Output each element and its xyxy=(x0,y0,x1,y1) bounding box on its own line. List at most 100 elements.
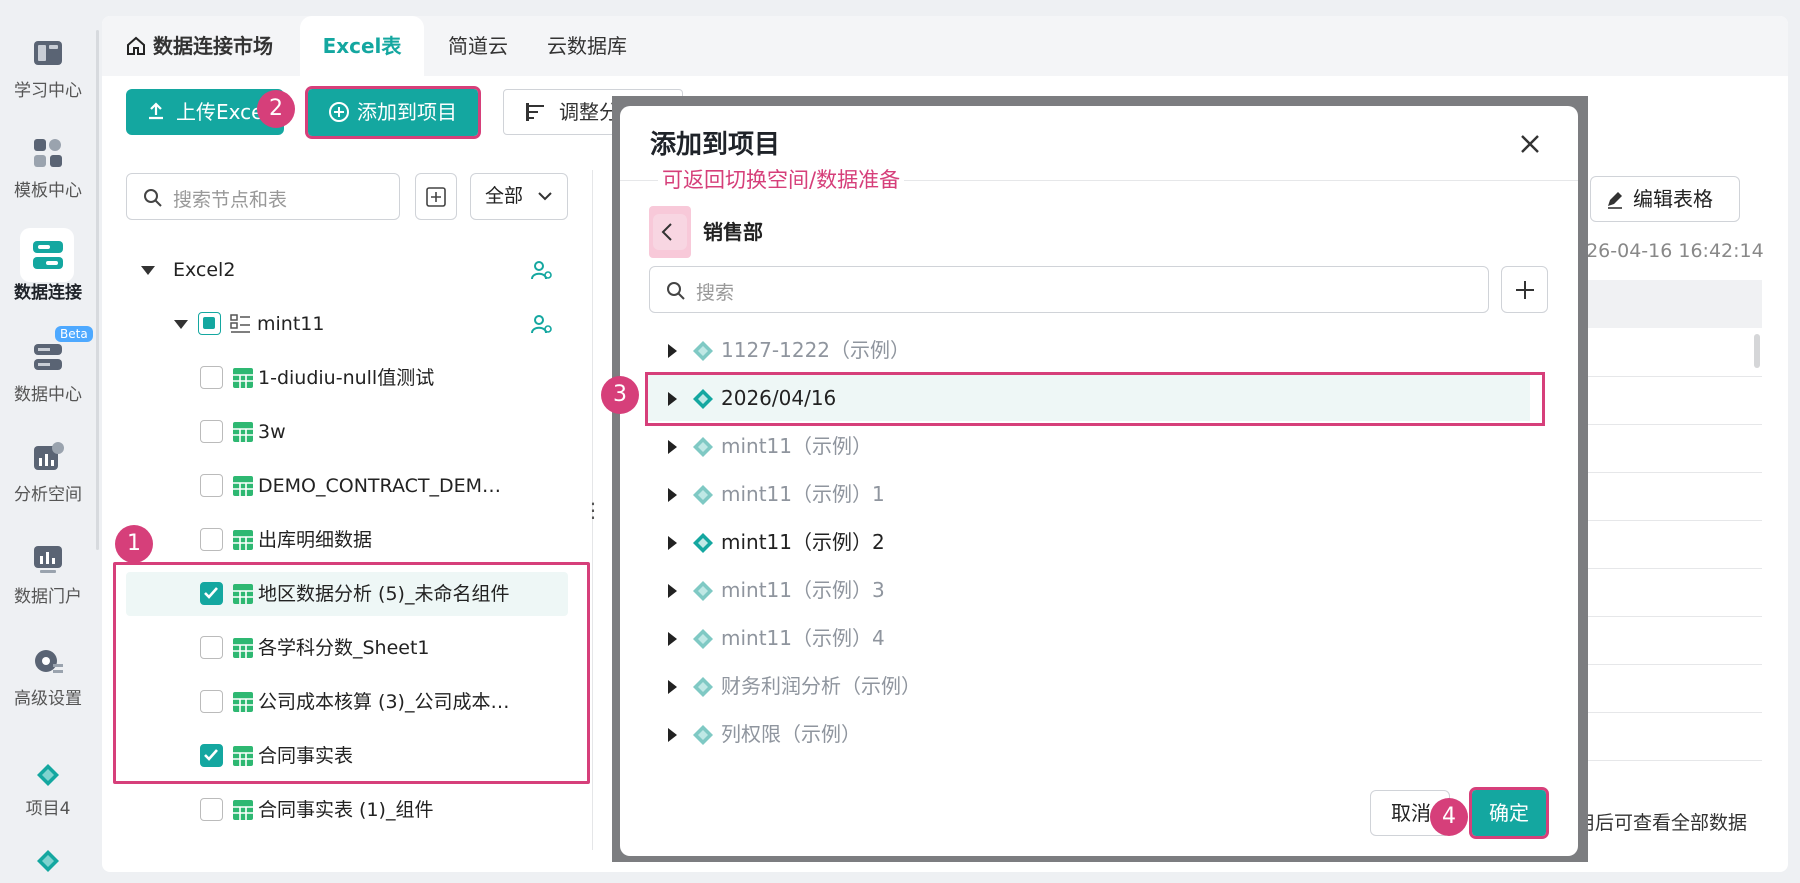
table-row-line xyxy=(1560,664,1762,665)
caret-right-icon[interactable] xyxy=(668,488,677,502)
table-row-line xyxy=(1560,712,1762,713)
confirm-button[interactable]: 确定 xyxy=(1469,787,1549,839)
table-checkbox[interactable] xyxy=(200,528,223,551)
home-icon xyxy=(127,36,145,55)
chevron-down-icon xyxy=(538,192,552,201)
table-row-line xyxy=(1560,376,1762,377)
plus-circle-icon xyxy=(329,102,349,122)
project-row[interactable]: mint11（示例）1 xyxy=(660,471,1520,517)
highlight-step-3 xyxy=(645,372,1545,426)
table-row-line xyxy=(1560,616,1762,617)
tab-jiandaoyun[interactable]: 简道云 xyxy=(448,16,508,76)
nav-item-analysis[interactable]: 分析空间 xyxy=(0,440,96,505)
list-icon xyxy=(230,314,250,333)
project-icon[interactable] xyxy=(35,848,61,874)
caret-right-icon[interactable] xyxy=(668,440,677,454)
nav-item-settings[interactable]: 高级设置 xyxy=(0,644,96,709)
project-icon xyxy=(693,581,713,601)
adjust-label: 调整分 xyxy=(559,100,619,124)
project-label: 1127-1222（示例） xyxy=(721,338,911,362)
table-checkbox[interactable] xyxy=(200,366,223,389)
new-project-button[interactable] xyxy=(1501,266,1548,313)
caret-down-icon[interactable] xyxy=(141,266,155,275)
tree-table-row[interactable]: 1-diudiu-null值测试 xyxy=(200,356,570,400)
current-space-name: 销售部 xyxy=(703,220,763,244)
data-connect-icon xyxy=(33,241,63,269)
add-to-project-button[interactable]: 添加到项目 xyxy=(305,86,481,139)
sheet-table-icon xyxy=(233,800,253,820)
tree-search-input[interactable]: 搜索节点和表 xyxy=(126,173,400,220)
caret-right-icon[interactable] xyxy=(668,680,677,694)
book-icon xyxy=(34,41,62,65)
caret-right-icon[interactable] xyxy=(668,632,677,646)
project-row[interactable]: mint11（示例）2 xyxy=(660,519,1520,565)
project-icon xyxy=(693,533,713,553)
nav-item-learning[interactable]: 学习中心 xyxy=(0,36,96,101)
nav-item-template[interactable]: 模板中心 xyxy=(0,136,96,201)
search-icon xyxy=(667,282,685,300)
user-permission-icon[interactable] xyxy=(530,313,552,335)
dialog-title: 添加到项目 xyxy=(650,130,781,160)
update-timestamp: 026-04-16 16:42:14 xyxy=(1574,240,1764,262)
caret-right-icon[interactable] xyxy=(668,728,677,742)
table-label: 3w xyxy=(258,421,286,443)
sheet-table-icon xyxy=(233,422,253,442)
table-checkbox[interactable] xyxy=(200,474,223,497)
table-label: 合同事实表 (1)_组件 xyxy=(258,799,434,821)
project-icon xyxy=(693,485,713,505)
table-checkbox[interactable] xyxy=(200,798,223,821)
nav-label: 数据连接 xyxy=(14,283,82,303)
tree-filter-select[interactable]: 全部 xyxy=(470,173,568,220)
project-row[interactable]: 列权限（示例） xyxy=(660,711,1520,757)
close-icon[interactable] xyxy=(1516,130,1544,158)
table-scrollbar[interactable] xyxy=(1754,334,1760,368)
beta-badge: Beta xyxy=(55,326,93,342)
table-row-line xyxy=(1560,520,1762,521)
tree-row-root[interactable]: Excel2 xyxy=(140,248,570,292)
upload-icon xyxy=(149,102,163,120)
tree-root-label: Excel2 xyxy=(173,259,236,281)
table-label: DEMO_CONTRACT_DEM… xyxy=(258,475,502,497)
table-row-line xyxy=(1560,760,1762,761)
caret-down-icon[interactable] xyxy=(174,320,188,329)
tree-add-node-button[interactable] xyxy=(415,173,457,220)
nav-item-portal[interactable]: 数据门户 xyxy=(0,542,96,607)
caret-right-icon[interactable] xyxy=(668,344,677,358)
table-row-line xyxy=(1560,472,1762,473)
edit-table-button[interactable]: 编辑表格 xyxy=(1590,176,1740,222)
folder-checkbox[interactable] xyxy=(198,312,221,335)
project-icon xyxy=(693,629,713,649)
tree-row-folder[interactable]: mint11 xyxy=(168,302,570,346)
project-row[interactable]: mint11（示例） xyxy=(660,423,1520,469)
nav-item-project4[interactable]: 项目4 xyxy=(0,762,96,819)
tree-filter-value: 全部 xyxy=(485,185,524,207)
tree-table-row[interactable]: 合同事实表 (1)_组件 xyxy=(200,788,570,832)
tree-table-row[interactable]: DEMO_CONTRACT_DEM… xyxy=(200,464,570,508)
project-row[interactable]: mint11（示例）4 xyxy=(660,615,1520,661)
project-search-input[interactable]: 搜索 xyxy=(649,266,1489,313)
caret-right-icon[interactable] xyxy=(668,584,677,598)
nav-item-data-connect[interactable]: 数据连接 xyxy=(0,238,96,303)
project-row[interactable]: 1127-1222（示例） xyxy=(660,327,1520,373)
table-checkbox[interactable] xyxy=(200,420,223,443)
project-label: mint11（示例）3 xyxy=(721,578,885,602)
nav-label: 高级设置 xyxy=(14,689,82,709)
tab-excel[interactable]: Excel表 xyxy=(300,16,424,76)
user-permission-icon[interactable] xyxy=(530,259,552,281)
list-adjust-icon xyxy=(526,103,544,121)
back-button[interactable] xyxy=(649,206,691,258)
tab-data-market[interactable]: 数据连接市场 xyxy=(126,16,273,76)
project-icon xyxy=(693,437,713,457)
more-vertical-icon[interactable]: ⋮ xyxy=(583,498,603,522)
tree-table-row[interactable]: 3w xyxy=(200,410,570,454)
tree-folder-label: mint11 xyxy=(257,313,325,335)
tab-cloud-db[interactable]: 云数据库 xyxy=(547,16,627,76)
project-row[interactable]: mint11（示例）3 xyxy=(660,567,1520,613)
tree-table-row[interactable]: 出库明细数据 xyxy=(200,518,570,562)
chevron-left-icon xyxy=(661,223,672,241)
caret-right-icon[interactable] xyxy=(668,536,677,550)
project-row[interactable]: 财务利润分析（示例） xyxy=(660,663,1520,709)
nav-scrollbar[interactable] xyxy=(96,30,99,550)
settings-icon xyxy=(35,650,63,673)
nav-item-data-center[interactable]: 数据中心 xyxy=(0,340,96,405)
